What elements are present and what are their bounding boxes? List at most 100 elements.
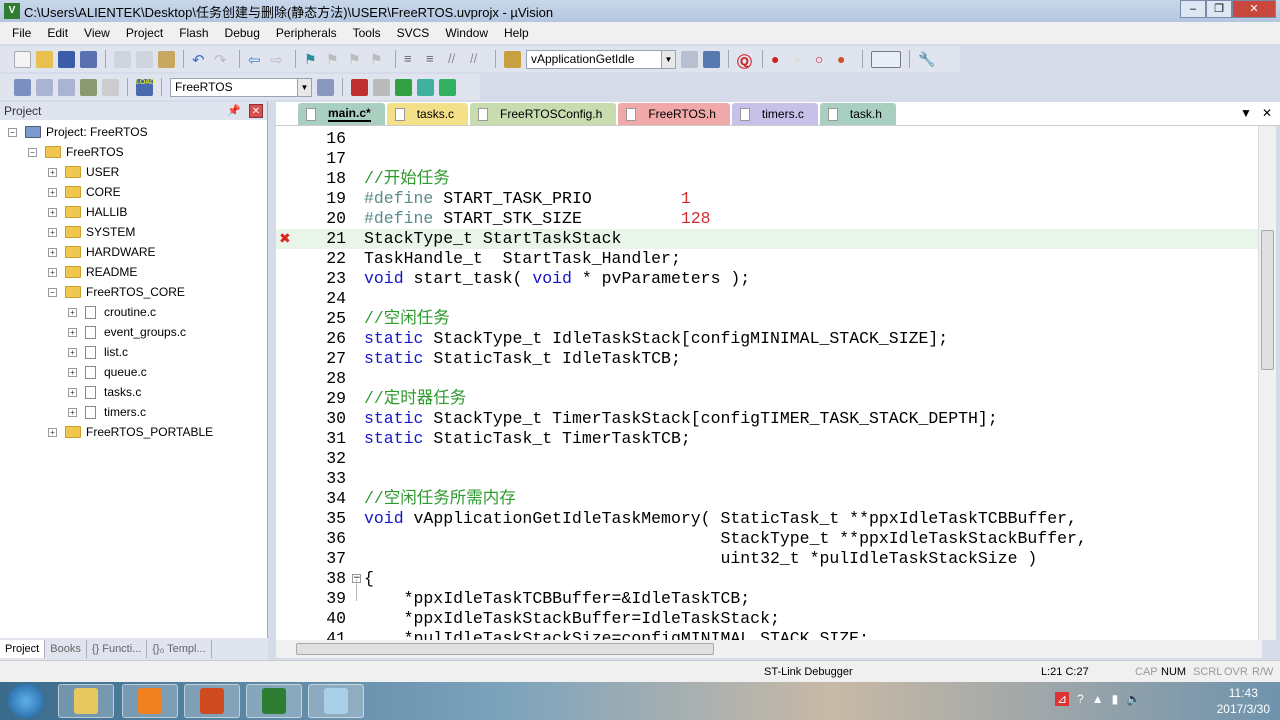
indent-icon[interactable]: ≡ (404, 51, 421, 68)
tree-item-file[interactable]: + tasks.c (68, 382, 141, 402)
configure-wrench-icon[interactable]: 🔧 (918, 51, 935, 68)
code-line[interactable]: 41 *pulIdleTaskStackSize=configMINIMAL_S… (276, 629, 1262, 640)
code-line[interactable]: 32 (276, 449, 1262, 469)
window-layout-icon[interactable] (871, 50, 901, 68)
target-combo[interactable]: FreeRTOS ▼ (170, 77, 312, 97)
tree-item-file[interactable]: + list.c (68, 342, 128, 362)
menu-window[interactable]: Window (437, 26, 496, 40)
code-line[interactable]: ✖ 21 StackType_t StartTaskStack (276, 229, 1262, 249)
comment-icon[interactable]: // (448, 51, 465, 68)
horizontal-scroll-thumb[interactable] (296, 643, 714, 655)
translate-icon[interactable] (14, 78, 31, 96)
clear-bookmarks-icon[interactable]: ⚑ (370, 51, 387, 68)
build-icon[interactable] (36, 78, 53, 96)
code-line[interactable]: 24 (276, 289, 1262, 309)
close-panel-button[interactable]: ✕ (249, 104, 263, 118)
tree-item-folder[interactable]: + USER (48, 162, 119, 182)
menu-view[interactable]: View (76, 26, 118, 40)
stop-build-icon[interactable] (102, 78, 119, 96)
navigate-back-icon[interactable]: ⇦ (248, 51, 265, 69)
taskbar-pdf-reader[interactable] (122, 684, 178, 718)
tree-item-file[interactable]: + event_groups.c (68, 322, 186, 342)
start-button[interactable] (8, 684, 44, 718)
disable-breakpoints-icon[interactable]: ○ (815, 51, 832, 68)
volume-icon[interactable]: 🔈 (1126, 692, 1141, 706)
network-icon[interactable]: ▮ (1112, 692, 1119, 706)
collapse-icon[interactable]: − (28, 147, 37, 157)
tree-item-folder[interactable]: + CORE (48, 182, 121, 202)
navigate-forward-icon[interactable]: ⇨ (270, 51, 287, 69)
load-download-icon[interactable]: LOAD (136, 78, 155, 96)
find-in-files-icon[interactable] (504, 50, 521, 68)
code-line[interactable]: 20 #define START_STK_SIZE 128 (276, 209, 1262, 229)
menu-peripherals[interactable]: Peripherals (268, 26, 345, 40)
tree-item-folder[interactable]: + HALLIB (48, 202, 127, 222)
tree-item-file[interactable]: + timers.c (68, 402, 146, 422)
taskbar-notepad[interactable] (308, 684, 364, 718)
code-line[interactable]: 16 (276, 129, 1262, 149)
copy-icon[interactable] (136, 50, 153, 68)
vertical-scroll-thumb[interactable] (1261, 230, 1274, 370)
expand-icon[interactable]: + (48, 167, 57, 177)
close-tab-icon[interactable]: ✕ (1262, 106, 1272, 120)
code-line[interactable]: 25 //空闲任务 (276, 309, 1262, 329)
expand-icon[interactable]: + (48, 227, 57, 237)
tray-app-icon[interactable]: ⊿ (1055, 692, 1070, 706)
chevron-down-icon[interactable]: ▼ (297, 78, 311, 96)
tab-timers-c[interactable]: timers.c (731, 103, 818, 125)
prev-bookmark-icon[interactable]: ⚑ (326, 51, 343, 68)
expand-icon[interactable]: + (68, 367, 77, 377)
code-line[interactable]: 17 (276, 149, 1262, 169)
code-line[interactable]: 38−{ (276, 569, 1262, 601)
pack-update-icon[interactable] (439, 78, 456, 96)
tree-item-target[interactable]: − FreeRTOS (28, 142, 124, 162)
tree-item-folder[interactable]: + README (48, 262, 137, 282)
error-marker-icon[interactable]: ✖ (279, 229, 291, 249)
tray-expand-icon[interactable]: ▲ (1092, 692, 1104, 706)
undo-icon[interactable]: ↶ (192, 51, 209, 69)
code-line[interactable]: 34 //空闲任务所需内存 (276, 489, 1262, 509)
code-line[interactable]: 29 //定时器任务 (276, 389, 1262, 409)
code-line[interactable]: 28 (276, 369, 1262, 389)
panel-tab-2[interactable]: {} Functi... (87, 640, 148, 658)
vertical-scrollbar[interactable] (1258, 126, 1276, 640)
tab-task-h[interactable]: task.h (819, 103, 896, 125)
minimize-button[interactable]: – (1180, 0, 1206, 18)
maximize-button[interactable]: ❐ (1206, 0, 1232, 18)
code-line[interactable]: 36 StackType_t **ppxIdleTaskStackBuffer, (276, 529, 1262, 549)
bookmark-icon[interactable]: ⚑ (304, 51, 321, 68)
menu-tools[interactable]: Tools (345, 26, 389, 40)
debug-session-icon[interactable]: Ⓠ (737, 51, 754, 71)
horizontal-scrollbar[interactable] (276, 640, 1262, 658)
code-line[interactable]: 22 TaskHandle_t StartTask_Handler; (276, 249, 1262, 269)
taskbar-powerpoint[interactable] (184, 684, 240, 718)
tab-freertosconfig-h[interactable]: FreeRTOSConfig.h (470, 103, 617, 125)
code-line[interactable]: 39 *ppxIdleTaskTCBBuffer=&IdleTaskTCB; (276, 589, 1262, 609)
code-line[interactable]: 27 static StaticTask_t IdleTaskTCB; (276, 349, 1262, 369)
close-button[interactable]: ✕ (1232, 0, 1276, 18)
manage-components-icon[interactable] (351, 78, 368, 96)
expand-icon[interactable]: + (68, 307, 77, 317)
chevron-down-icon[interactable]: ▼ (661, 50, 675, 68)
menu-debug[interactable]: Debug (217, 26, 268, 40)
expand-icon[interactable]: + (68, 347, 77, 357)
expand-icon[interactable]: + (48, 427, 57, 437)
code-line[interactable]: 37 uint32_t *pulIdleTaskStackSize ) (276, 549, 1262, 569)
expand-icon[interactable]: + (68, 387, 77, 397)
menu-file[interactable]: File (4, 26, 39, 40)
function-combo[interactable]: vApplicationGetIdle ▼ (526, 49, 676, 69)
code-line[interactable]: 19 #define START_TASK_PRIO 1 (276, 189, 1262, 209)
tab-tasks-c[interactable]: tasks.c (386, 103, 469, 125)
next-bookmark-icon[interactable]: ⚑ (348, 51, 365, 68)
rebuild-icon[interactable] (58, 78, 75, 96)
expand-icon[interactable]: + (48, 247, 57, 257)
code-line[interactable]: 40 *ppxIdleTaskStackBuffer=IdleTaskStack… (276, 609, 1262, 629)
unindent-icon[interactable]: ≡ (426, 51, 443, 68)
taskbar-explorer[interactable] (58, 684, 114, 718)
menu-flash[interactable]: Flash (171, 26, 216, 40)
code-line[interactable]: 23 void start_task( void * pvParameters )… (276, 269, 1262, 289)
code-line[interactable]: 35 void vApplicationGetIdleTaskMemory( St… (276, 509, 1262, 529)
new-file-icon[interactable] (14, 50, 31, 68)
tab-freertos-h[interactable]: FreeRTOS.h (618, 103, 730, 125)
open-folder-icon[interactable] (36, 50, 53, 68)
